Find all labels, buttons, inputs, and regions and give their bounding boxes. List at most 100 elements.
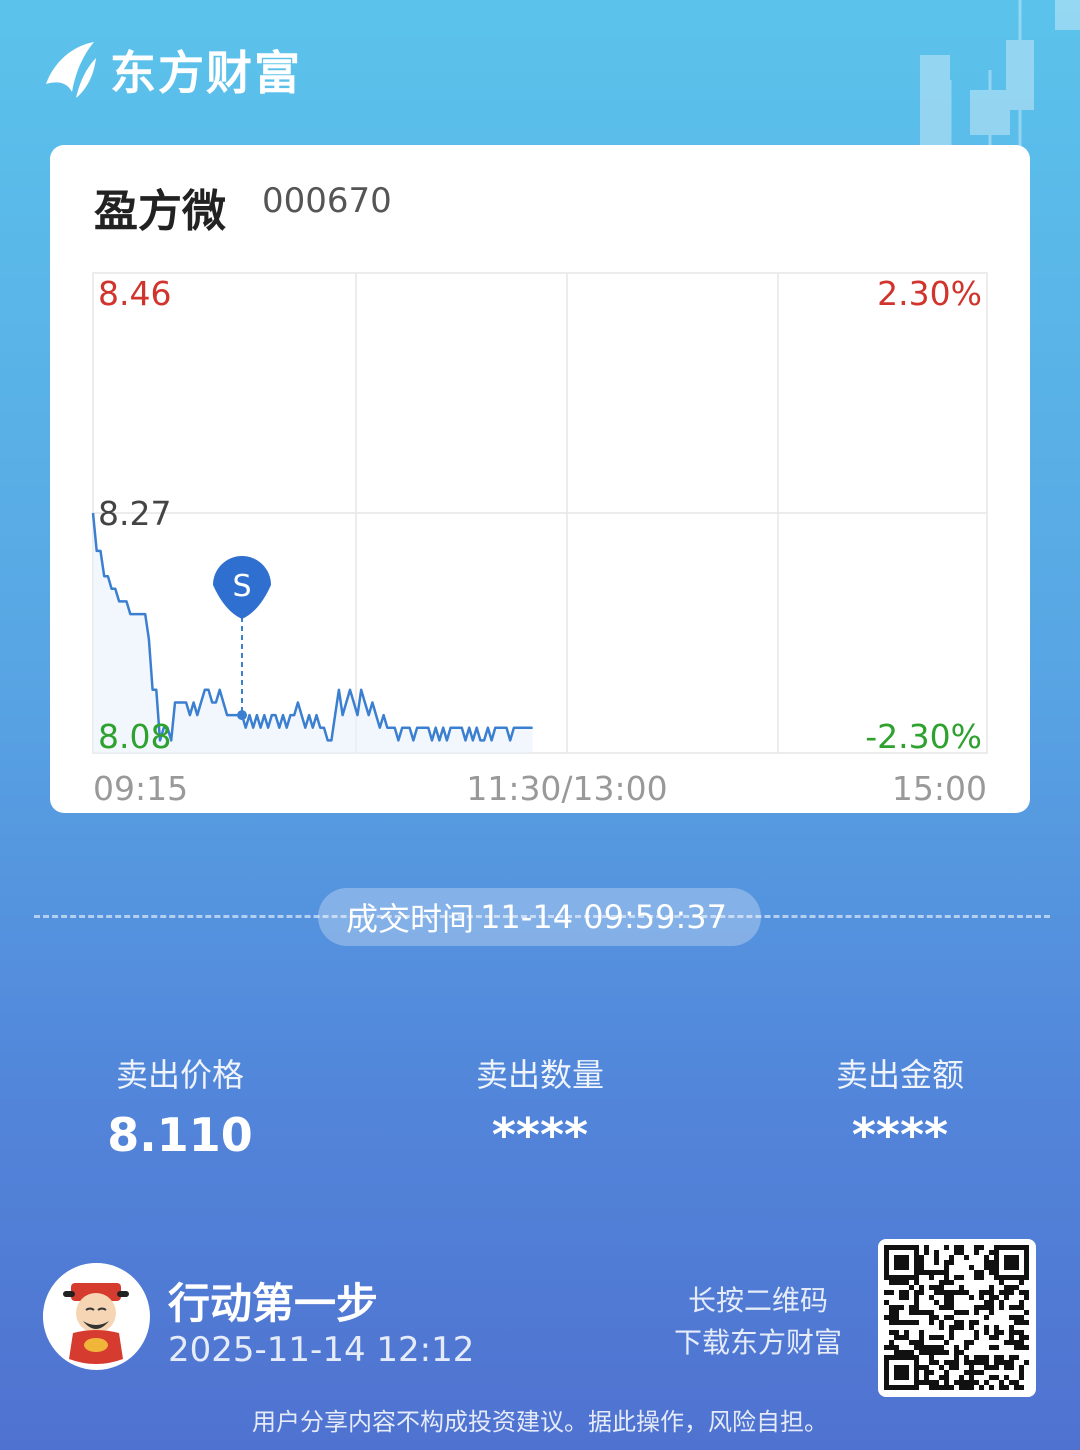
- qr-module: [984, 1255, 989, 1260]
- qr-module: [889, 1320, 894, 1325]
- qr-module: [1004, 1360, 1009, 1365]
- qr-module: [974, 1270, 979, 1275]
- qr-module: [949, 1295, 954, 1300]
- qr-module: [1009, 1365, 1014, 1370]
- qr-module: [984, 1365, 989, 1370]
- qr-finder: [894, 1365, 909, 1380]
- qr-module: [939, 1270, 944, 1275]
- trade-time-label: 成交时间: [346, 900, 475, 938]
- qr-module: [944, 1300, 949, 1305]
- qr-module: [974, 1310, 979, 1315]
- qr-module: [909, 1305, 914, 1310]
- qr-module: [994, 1295, 999, 1300]
- qr-module: [999, 1380, 1004, 1385]
- qr-module: [974, 1360, 979, 1365]
- qr-module: [934, 1345, 939, 1350]
- qr-module: [944, 1380, 949, 1385]
- qr-module: [919, 1270, 924, 1275]
- qr-module: [974, 1305, 979, 1310]
- qr-module: [989, 1295, 994, 1300]
- qr-module: [944, 1315, 949, 1320]
- qr-module: [889, 1330, 894, 1335]
- qr-module: [919, 1350, 924, 1355]
- qr-module: [904, 1335, 909, 1340]
- qr-module: [979, 1385, 984, 1390]
- qr-module: [974, 1355, 979, 1360]
- stat-label: 卖出价格: [115, 1056, 244, 1094]
- price-line: [91, 512, 533, 742]
- qr-module: [919, 1340, 924, 1345]
- qr-module: [934, 1300, 939, 1305]
- qr-module: [994, 1335, 999, 1340]
- qr-module: [1024, 1320, 1029, 1325]
- qr-module: [904, 1295, 909, 1300]
- qr-module: [989, 1335, 994, 1340]
- qr-module: [1024, 1360, 1029, 1365]
- qr-module: [964, 1310, 969, 1315]
- qr-module: [1019, 1305, 1024, 1310]
- qr-module: [1014, 1385, 1019, 1390]
- intraday-chart: S 8.46 8.27 8.08 2.30% -2.30% 09:15 11:3…: [91, 272, 988, 808]
- qr-module: [954, 1290, 959, 1295]
- qr-module: [944, 1375, 949, 1380]
- qr-module: [989, 1345, 994, 1350]
- qr-module: [974, 1370, 979, 1375]
- qr-module: [959, 1250, 964, 1255]
- qr-module: [944, 1265, 949, 1270]
- qr-module: [949, 1385, 954, 1390]
- qr-module: [974, 1245, 979, 1250]
- qr-module: [919, 1310, 924, 1315]
- qr-module: [969, 1320, 974, 1325]
- qr-module: [929, 1345, 934, 1350]
- stat-label: 卖出数量: [475, 1056, 604, 1094]
- qr-module: [934, 1260, 939, 1265]
- qr-module: [989, 1260, 994, 1265]
- qr-module: [934, 1270, 939, 1275]
- qr-module: [899, 1290, 904, 1295]
- qr-module: [904, 1350, 909, 1355]
- qr-module: [929, 1360, 934, 1365]
- qr-module: [924, 1310, 929, 1315]
- qr-module: [964, 1290, 969, 1295]
- qr-module: [959, 1285, 964, 1290]
- qr-module: [959, 1290, 964, 1295]
- qr-hint: 长按二维码 下载东方财富: [650, 1280, 866, 1364]
- qr-module: [994, 1325, 999, 1330]
- qr-module: [924, 1350, 929, 1355]
- qr-module: [999, 1355, 1004, 1360]
- qr-module: [944, 1290, 949, 1295]
- qr-module: [959, 1310, 964, 1315]
- qr-module: [934, 1315, 939, 1320]
- qr-module: [954, 1250, 959, 1255]
- qr-module: [949, 1255, 954, 1260]
- qr-module: [949, 1365, 954, 1370]
- qr-module: [914, 1290, 919, 1295]
- qr-module: [989, 1375, 994, 1380]
- qr-module: [964, 1370, 969, 1375]
- stock-chart-card: 盈方微 000670 S 8.46 8.27 8.08 2.30% -2.30%…: [50, 145, 1030, 813]
- qr-finder: [894, 1255, 909, 1270]
- qr-module: [934, 1350, 939, 1355]
- qr-module: [939, 1365, 944, 1370]
- qr-finder: [1004, 1255, 1019, 1270]
- qr-module: [964, 1360, 969, 1365]
- qr-module: [1009, 1305, 1014, 1310]
- qr-module: [1024, 1290, 1029, 1295]
- download-qr-code[interactable]: [878, 1239, 1036, 1397]
- qr-module: [999, 1280, 1004, 1285]
- qr-module: [1009, 1360, 1014, 1365]
- qr-module: [959, 1385, 964, 1390]
- qr-module: [919, 1335, 924, 1340]
- qr-module: [949, 1290, 954, 1295]
- qr-module: [884, 1345, 889, 1350]
- sell-marker-dot: [237, 710, 247, 721]
- qr-module: [954, 1320, 959, 1325]
- qr-module: [1004, 1375, 1009, 1380]
- qr-module: [1004, 1385, 1009, 1390]
- trade-time-value: 11-14 09:59:37: [480, 898, 727, 936]
- qr-module: [969, 1385, 974, 1390]
- qr-module: [949, 1335, 954, 1340]
- qr-module: [949, 1260, 954, 1265]
- qr-module: [894, 1350, 899, 1355]
- qr-module: [934, 1335, 939, 1340]
